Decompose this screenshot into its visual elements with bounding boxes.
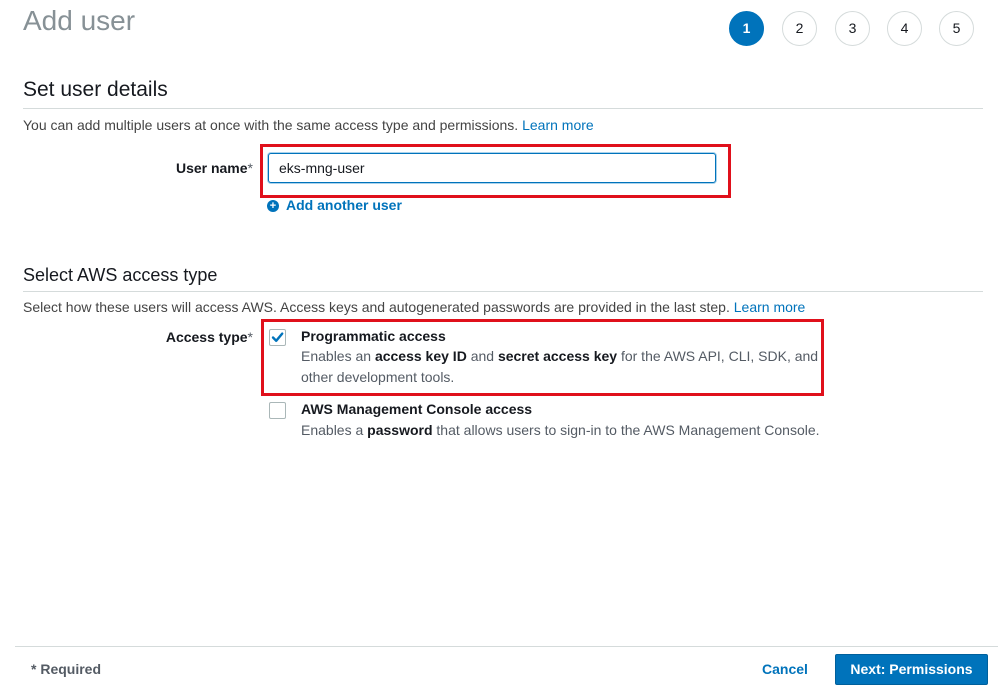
add-another-user-button[interactable]: + Add another user (267, 197, 402, 213)
cancel-button[interactable]: Cancel (762, 661, 808, 677)
programmatic-access-title: Programmatic access (301, 328, 446, 344)
user-details-help: You can add multiple users at once with … (23, 117, 594, 133)
desc-bold: secret access key (497, 348, 618, 364)
desc-text: and (466, 348, 498, 364)
desc-bold: password (367, 422, 433, 438)
step-2[interactable]: 2 (782, 11, 817, 46)
page-title: Add user (23, 5, 136, 36)
section-title-user-details: Set user details (23, 78, 168, 101)
console-access-title: AWS Management Console access (301, 401, 533, 417)
required-mark: * (247, 329, 253, 345)
desc-text: that allows users to sign-in to the AWS … (432, 422, 820, 438)
checkmark-icon (271, 332, 284, 342)
plus-circle-icon: + (267, 200, 279, 212)
desc-bold: access key ID (374, 348, 467, 364)
programmatic-access-checkbox[interactable] (269, 329, 286, 346)
desc-text: Enables a (301, 422, 368, 438)
user-details-help-text: You can add multiple users at once with … (23, 117, 519, 133)
learn-more-link[interactable]: Learn more (734, 299, 806, 315)
step-1[interactable]: 1 (729, 11, 764, 46)
footer-divider (15, 646, 998, 647)
section-divider (23, 108, 983, 109)
access-type-label-text: Access type (165, 329, 248, 345)
access-type-help-text: Select how these users will access AWS. … (23, 299, 730, 315)
section-title-access-type: Select AWS access type (23, 265, 218, 285)
access-type-label: Access type* (140, 329, 253, 345)
access-type-help: Select how these users will access AWS. … (23, 299, 805, 315)
programmatic-access-description: Enables an access key ID and secret acce… (301, 346, 821, 388)
learn-more-link[interactable]: Learn more (522, 117, 594, 133)
step-3[interactable]: 3 (835, 11, 870, 46)
next-permissions-button[interactable]: Next: Permissions (835, 654, 988, 685)
required-mark: * (247, 160, 253, 176)
desc-text: Enables an (301, 348, 375, 364)
user-name-input[interactable] (268, 153, 716, 183)
console-access-description: Enables a password that allows users to … (301, 420, 821, 441)
add-another-user-label: Add another user (286, 197, 402, 213)
user-name-label-text: User name (175, 160, 248, 176)
step-4[interactable]: 4 (887, 11, 922, 46)
step-5[interactable]: 5 (939, 11, 974, 46)
console-access-checkbox[interactable] (269, 402, 286, 419)
section-divider (23, 291, 983, 292)
required-note: * Required (31, 661, 102, 677)
user-name-label: User name* (150, 160, 253, 176)
